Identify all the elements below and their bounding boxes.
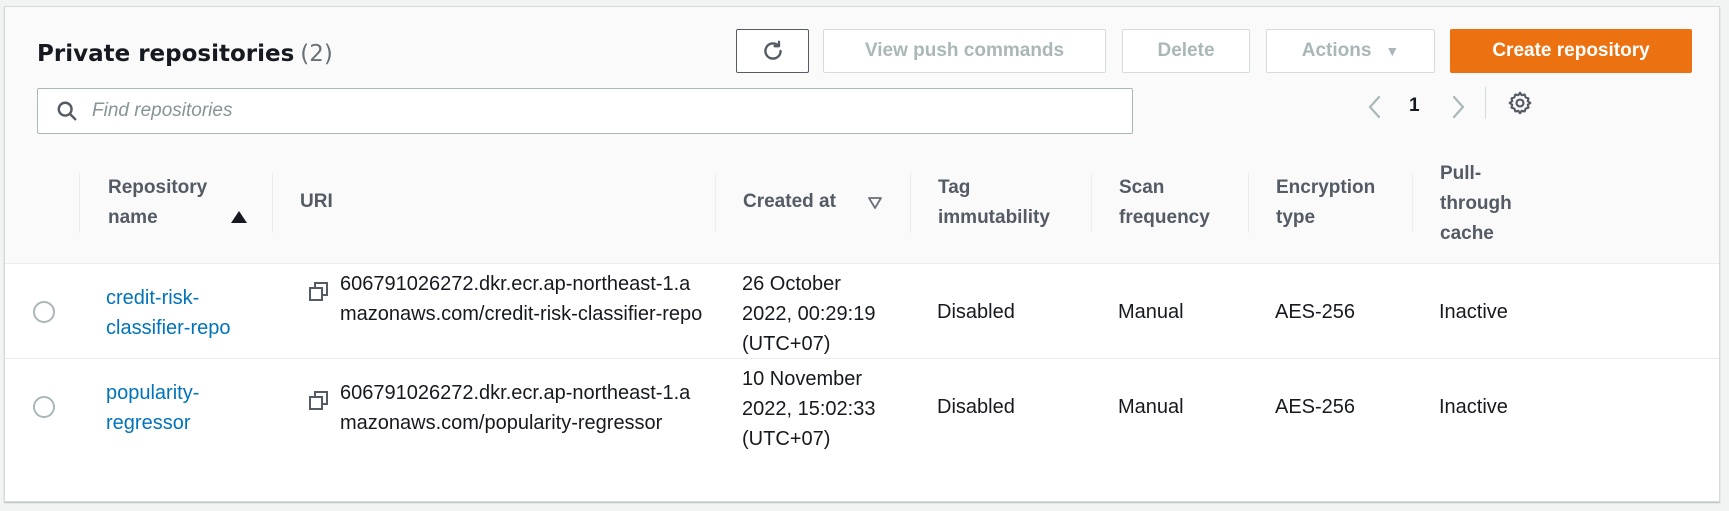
- current-page[interactable]: 1: [1409, 95, 1420, 117]
- repository-name-link[interactable]: credit-risk-classifier-repo: [106, 283, 266, 343]
- repository-count: (2): [300, 41, 333, 67]
- repositories-panel: Private repositories (2) View push comman…: [4, 6, 1720, 502]
- table-header: Repository name URI Created at Tag immut…: [5, 143, 1719, 264]
- view-push-commands-label: View push commands: [864, 40, 1065, 61]
- column-header-repository-name[interactable]: Repository name: [108, 173, 248, 233]
- column-divider: [910, 173, 911, 233]
- column-header-encryption-type[interactable]: Encryption type: [1276, 173, 1396, 233]
- column-header-pull-through-cache[interactable]: Pull-through cache: [1440, 159, 1530, 249]
- pull-through-cache: Inactive: [1439, 396, 1508, 418]
- pager-divider: [1485, 87, 1486, 119]
- settings-gear-icon[interactable]: [1507, 90, 1533, 116]
- table-row: credit-risk-classifier-repo 606791026272…: [5, 265, 1719, 359]
- column-divider: [272, 173, 273, 233]
- search-icon: [57, 101, 77, 121]
- scan-frequency: Manual: [1118, 301, 1184, 323]
- column-divider: [715, 173, 716, 233]
- title-text: Private repositories: [37, 41, 295, 67]
- repository-uri: 606791026272.dkr.ecr.ap-northeast-1.amaz…: [340, 382, 691, 434]
- scan-frequency: Manual: [1118, 396, 1184, 418]
- tag-immutability: Disabled: [937, 301, 1015, 323]
- row-select-radio[interactable]: [33, 396, 55, 418]
- refresh-icon: [763, 40, 782, 60]
- repository-uri: 606791026272.dkr.ecr.ap-northeast-1.amaz…: [340, 273, 703, 325]
- column-header-tag-immutability[interactable]: Tag immutability: [938, 173, 1078, 233]
- column-divider: [1412, 173, 1413, 233]
- create-repository-label: Create repository: [1492, 40, 1650, 61]
- encryption-type: AES-256: [1275, 396, 1356, 418]
- copy-icon[interactable]: [308, 390, 330, 412]
- previous-page-icon[interactable]: [1365, 94, 1385, 120]
- create-repository-button[interactable]: Create repository: [1450, 29, 1692, 73]
- tag-immutability: Disabled: [937, 396, 1015, 418]
- copy-icon[interactable]: [308, 281, 330, 303]
- refresh-button[interactable]: [736, 29, 809, 73]
- next-page-icon[interactable]: [1448, 94, 1468, 120]
- caret-down-icon: ▼: [1385, 43, 1400, 59]
- search-box: [37, 88, 1133, 134]
- search-input[interactable]: [92, 91, 1092, 131]
- column-header-created-at[interactable]: Created at: [743, 187, 836, 217]
- sort-descending-icon[interactable]: [867, 196, 883, 210]
- column-header-scan-frequency[interactable]: Scan frequency: [1119, 173, 1229, 233]
- created-at: 26 October 2022, 00:29:19 (UTC+07): [742, 273, 876, 355]
- actions-dropdown[interactable]: Actions ▼: [1266, 29, 1435, 73]
- created-at: 10 November 2022, 15:02:33 (UTC+07): [742, 368, 876, 450]
- actions-label: Actions: [1301, 40, 1372, 61]
- row-select-radio[interactable]: [33, 301, 55, 323]
- column-divider: [79, 173, 80, 233]
- table-row: popularity-regressor 606791026272.dkr.ec…: [5, 360, 1719, 454]
- column-divider: [1248, 173, 1249, 233]
- column-divider: [1091, 173, 1092, 233]
- delete-button[interactable]: Delete: [1122, 29, 1250, 73]
- view-push-commands-button[interactable]: View push commands: [823, 29, 1106, 73]
- encryption-type: AES-256: [1275, 301, 1356, 323]
- delete-label: Delete: [1157, 40, 1215, 61]
- column-header-uri: URI: [300, 191, 333, 212]
- pull-through-cache: Inactive: [1439, 301, 1508, 323]
- sort-ascending-icon[interactable]: [231, 211, 247, 223]
- repository-name-link[interactable]: popularity-regressor: [106, 378, 236, 438]
- page-title: Private repositories (2): [37, 41, 333, 67]
- panel-header: Private repositories (2) View push comman…: [5, 7, 1719, 157]
